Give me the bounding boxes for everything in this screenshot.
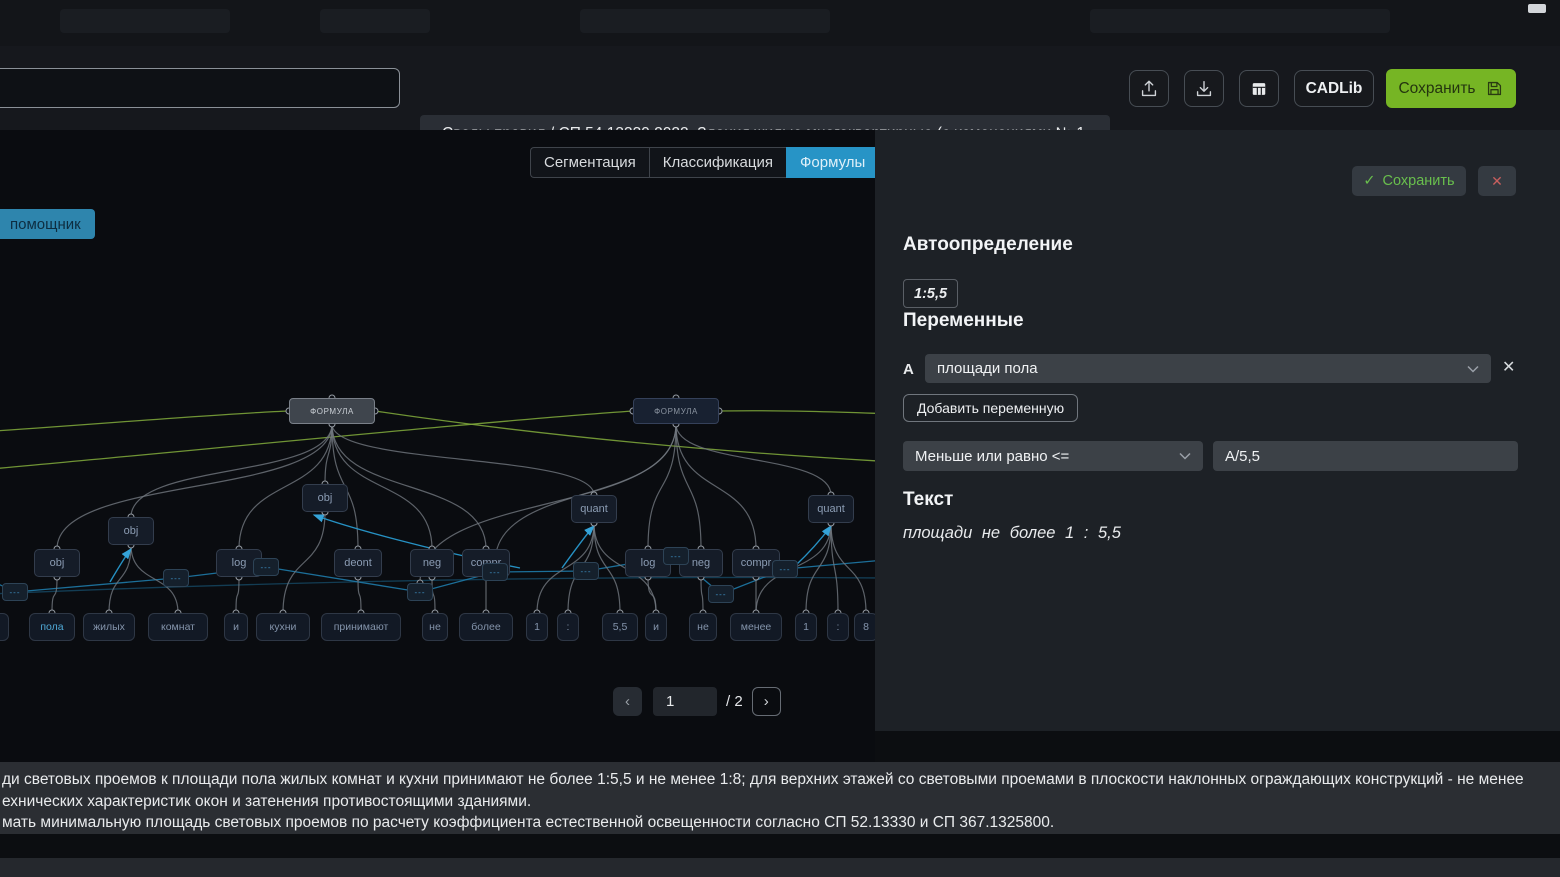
prev-page-button[interactable]: ‹ xyxy=(613,687,642,716)
tab-classification[interactable]: Классификация xyxy=(649,147,786,178)
graph-node-l4[interactable]: и xyxy=(224,613,248,641)
source-text-line: ехнических характеристик окон и затенени… xyxy=(2,791,1560,813)
download-icon xyxy=(1193,78,1215,100)
graph-node-d8[interactable]: --- xyxy=(708,585,734,603)
graph-node-l2[interactable]: жилых xyxy=(83,613,135,641)
floppy-icon xyxy=(1485,79,1504,98)
graph-node-d2[interactable]: --- xyxy=(163,569,189,587)
graph-node-l1[interactable]: пола xyxy=(29,613,75,641)
expression-input[interactable] xyxy=(1213,441,1518,471)
graph-node-quant2[interactable]: quant xyxy=(808,495,854,523)
variable-letter: А xyxy=(903,361,914,378)
source-text-line: мать минимальную площадь световых проемо… xyxy=(2,812,1560,834)
check-icon: ✓ xyxy=(1363,173,1375,189)
panel-save-label: Сохранить xyxy=(1383,173,1455,189)
app-window: Своды правил / СП 54.13330.2022. Здания … xyxy=(0,0,1560,877)
text-preview: площади не более 1 : 5,5 xyxy=(903,524,1121,543)
page-total: / 2 xyxy=(726,693,743,710)
chevron-down-icon xyxy=(1179,452,1191,460)
topbar-item xyxy=(1090,9,1390,33)
topbar-item xyxy=(580,9,830,33)
source-text-line: ди световых проемов к площади пола жилых… xyxy=(2,769,1560,791)
chevron-down-icon xyxy=(1467,365,1479,373)
topbar-highlight xyxy=(1528,4,1546,13)
source-text-panel: ди световых проемов к площади пола жилых… xyxy=(0,762,1560,834)
graph-node-d9[interactable]: --- xyxy=(772,560,798,578)
graph-node-l13[interactable]: не xyxy=(689,613,717,641)
graph-node-l9[interactable]: 1 xyxy=(526,613,548,641)
cadlib-button[interactable]: CADLib xyxy=(1294,70,1374,107)
graph-node-l15[interactable]: 1 xyxy=(795,613,817,641)
graph-node-d1[interactable]: --- xyxy=(2,583,28,601)
assistant-button[interactable]: помощник xyxy=(0,209,95,239)
tab-bar: СегментацияКлассификацияФормулы xyxy=(530,147,879,178)
graph-node-deont[interactable]: deont xyxy=(334,549,382,577)
variable-select[interactable]: площади пола xyxy=(925,354,1491,383)
upload-button[interactable] xyxy=(1129,70,1169,107)
graph-node-neg1[interactable]: neg xyxy=(410,549,454,577)
page-input[interactable] xyxy=(653,687,717,716)
graph-node-obj_c[interactable]: obj xyxy=(34,549,80,577)
pagination: ‹ / 2 › xyxy=(613,687,781,716)
graph-node-d3[interactable]: --- xyxy=(253,558,279,576)
variable-select-value: площади пола xyxy=(937,360,1467,377)
graph-node-d5[interactable]: --- xyxy=(482,563,508,581)
graph-node-l8[interactable]: более xyxy=(459,613,513,641)
panel-save-button[interactable]: ✓ Сохранить xyxy=(1352,166,1466,196)
graph-node-d4[interactable]: --- xyxy=(407,583,433,601)
graph-node-f2[interactable]: ФОРМУЛА xyxy=(633,398,719,424)
graph-node-l17[interactable]: 8 xyxy=(854,613,875,641)
autodetect-heading: Автоопределение xyxy=(903,234,1073,256)
add-variable-button[interactable]: Добавить переменную xyxy=(903,394,1078,422)
tab-segmentation[interactable]: Сегментация xyxy=(530,147,649,178)
graph-node-obj_b[interactable]: obj xyxy=(108,517,154,545)
next-page-button[interactable]: › xyxy=(752,687,781,716)
topbar-item xyxy=(320,9,430,33)
graph-node-l11[interactable]: 5,5 xyxy=(602,613,638,641)
topbar xyxy=(0,0,1560,46)
graph-node-d6[interactable]: --- xyxy=(573,562,599,580)
graph-node-l16[interactable]: : xyxy=(827,613,849,641)
panel-close-button[interactable]: ✕ xyxy=(1478,166,1516,196)
graph-node-quant1[interactable]: quant xyxy=(571,495,617,523)
tab-formulas[interactable]: Формулы xyxy=(786,147,879,178)
graph-node-l6[interactable]: принимают xyxy=(321,613,401,641)
formula-panel: ✓ Сохранить ✕ Автоопределение 1:5,5 Пере… xyxy=(875,130,1560,731)
graph-node-l0[interactable]: и xyxy=(0,613,9,641)
graph-node-l3[interactable]: комнат xyxy=(148,613,208,641)
save-button-label: Сохранить xyxy=(1398,80,1475,98)
remove-variable-icon[interactable]: ✕ xyxy=(1502,357,1515,377)
bottom-strip xyxy=(0,858,1560,877)
download-button[interactable] xyxy=(1184,70,1224,107)
graph-node-l12[interactable]: и xyxy=(645,613,667,641)
autodetect-value-chip: 1:5,5 xyxy=(903,279,958,308)
upload-icon xyxy=(1138,78,1160,100)
text-heading: Текст xyxy=(903,489,953,511)
graph-node-l5[interactable]: кухни xyxy=(256,613,310,641)
variables-heading: Переменные xyxy=(903,310,1024,332)
save-button[interactable]: Сохранить xyxy=(1386,69,1516,108)
graph-node-f1[interactable]: ФОРМУЛА xyxy=(289,398,375,424)
graph-node-l10[interactable]: : xyxy=(557,613,579,641)
topbar-item xyxy=(60,9,230,33)
graph-node-d7[interactable]: --- xyxy=(663,547,689,565)
header-input-box[interactable] xyxy=(0,68,400,108)
graph-node-l7[interactable]: не xyxy=(422,613,448,641)
graph-node-l14[interactable]: менее xyxy=(730,613,782,641)
table-button[interactable] xyxy=(1239,70,1279,107)
operator-select[interactable]: Меньше или равно <= xyxy=(903,441,1203,471)
graph-canvas[interactable]: ФОРМУЛАФОРМУЛАobjobjquantquantobjlogdeon… xyxy=(0,130,875,762)
operator-select-value: Меньше или равно <= xyxy=(915,448,1179,465)
table-icon xyxy=(1249,79,1269,99)
graph-node-obj_a[interactable]: obj xyxy=(302,484,348,512)
